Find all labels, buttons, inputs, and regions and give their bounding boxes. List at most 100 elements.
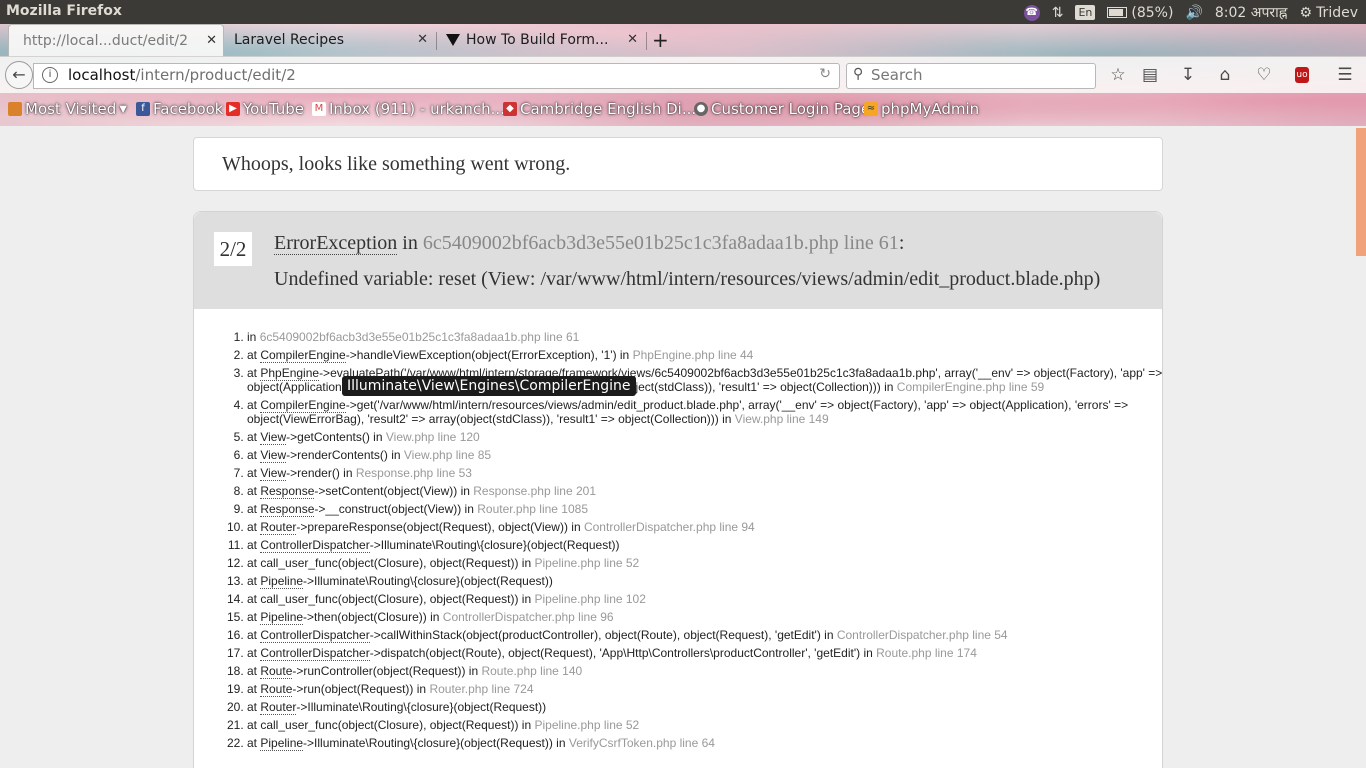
- user-menu[interactable]: ⚙ Tridev: [1300, 5, 1359, 21]
- home-icon[interactable]: ⌂: [1213, 63, 1237, 87]
- trace-call: ->Illuminate\Routing\{closure}(object(Re…: [303, 736, 569, 750]
- trace-prefix: at: [247, 398, 261, 412]
- navigation-bar: ← i localhost/intern/product/edit/2 ↻ ⚲ …: [0, 56, 1366, 93]
- trace-call: ->renderContents() in: [286, 448, 404, 462]
- trace-location: Pipeline.php line 52: [534, 718, 640, 732]
- trace-frame: at View->renderContents() in View.php li…: [247, 448, 1167, 463]
- trace-class: Response: [260, 484, 315, 499]
- exception-panel: 2/2 ErrorException in 6c5409002bf6acb3d3…: [193, 211, 1163, 768]
- trace-call: ->dispatch(object(Route), object(Request…: [369, 646, 877, 660]
- trace-frame: at call_user_func(object(Closure), objec…: [247, 592, 1167, 606]
- page-info-icon[interactable]: i: [42, 67, 58, 83]
- viber-icon[interactable]: ☎: [1023, 4, 1040, 21]
- tab-laravel-recipes[interactable]: Laravel Recipes ✕: [226, 24, 434, 56]
- bookmark-customer-login[interactable]: ● Customer Login Page: [694, 100, 870, 118]
- trace-location: 6c5409002bf6acb3d3e55e01b25c1c3fa8adaa1b…: [259, 330, 580, 344]
- trace-location: ControllerDispatcher.php line 54: [836, 628, 1008, 642]
- trace-call: ->then(object(Closure)) in: [303, 610, 443, 624]
- bookmark-cambridge-dictionary[interactable]: ◆ Cambridge English Di...: [503, 100, 696, 118]
- trace-class: PhpEngine: [260, 366, 320, 381]
- bookmark-phpmyadmin[interactable]: ≈ phpMyAdmin: [864, 100, 979, 118]
- bookmark-gmail-inbox[interactable]: M Inbox (911) - urkanch...: [312, 100, 505, 118]
- trace-frame: at Route->runController(object(Request))…: [247, 664, 1167, 679]
- trace-location: Pipeline.php line 102: [534, 592, 646, 606]
- reading-list-icon[interactable]: ▤: [1138, 63, 1162, 87]
- trace-location: ControllerDispatcher.php line 94: [583, 520, 755, 534]
- battery-indicator[interactable]: (85%): [1107, 5, 1173, 21]
- trace-prefix: at: [247, 520, 261, 534]
- trace-location: ControllerDispatcher.php line 96: [442, 610, 614, 624]
- back-button[interactable]: ←: [5, 61, 33, 89]
- exception-file: 6c5409002bf6acb3d3e55e01b25c1c3fa8adaa1b…: [422, 232, 899, 254]
- trace-prefix: at: [247, 348, 261, 362]
- bookmark-label: Facebook: [153, 100, 224, 118]
- downloads-icon[interactable]: ↧: [1176, 63, 1200, 87]
- network-transfer-icon[interactable]: ⇅: [1052, 5, 1064, 21]
- tooltip: Illuminate\View\Engines\CompilerEngine: [342, 376, 636, 396]
- url-text[interactable]: localhost/intern/product/edit/2: [68, 66, 296, 84]
- bookmark-label: Most Visited: [25, 100, 117, 118]
- tab-active[interactable]: http://local...duct/edit/2 ✕: [8, 24, 224, 57]
- search-placeholder: Search: [871, 66, 923, 84]
- colon: :: [898, 232, 905, 254]
- trace-call: ->Illuminate\Routing\{closure}(object(Re…: [369, 538, 620, 552]
- trace-prefix: at call_user_func(object(Closure), objec…: [247, 592, 535, 606]
- close-tab-icon[interactable]: ✕: [206, 33, 217, 48]
- menu-icon[interactable]: ☰: [1333, 63, 1357, 87]
- new-tab-button[interactable]: +: [652, 28, 669, 52]
- trace-call: ->prepareResponse(object(Request), objec…: [296, 520, 584, 534]
- trace-frame: at Router->Illuminate\Routing\{closure}(…: [247, 700, 1167, 715]
- search-icon: ⚲: [853, 66, 864, 82]
- trace-call: ->__construct(object(View)) in: [314, 502, 478, 516]
- trace-prefix: at: [247, 448, 261, 462]
- bookmark-star-icon[interactable]: ☆: [1106, 63, 1130, 87]
- trace-frame: at Pipeline->then(object(Closure)) in Co…: [247, 610, 1167, 625]
- trace-location: View.php line 85: [403, 448, 492, 462]
- trace-location: PhpEngine.php line 44: [632, 348, 754, 362]
- trace-frame: at CompilerEngine->handleViewException(o…: [247, 348, 1167, 363]
- trace-location: Route.php line 174: [876, 646, 977, 660]
- trace-location: View.php line 120: [385, 430, 480, 444]
- trace-class: View: [260, 448, 287, 463]
- system-top-panel: Mozilla Firefox ☎ ⇅ En (85%) 🔊 8:02 अपरा…: [0, 0, 1366, 24]
- scrollbar[interactable]: [1356, 126, 1366, 768]
- trace-prefix: at: [247, 466, 261, 480]
- bookmark-facebook[interactable]: f Facebook: [136, 100, 223, 118]
- close-tab-icon[interactable]: ✕: [627, 32, 638, 47]
- volume-icon[interactable]: 🔊: [1185, 5, 1202, 21]
- ublock-origin-icon[interactable]: uo: [1295, 67, 1309, 83]
- bookmark-youtube[interactable]: ▶ YouTube: [226, 100, 304, 118]
- whoops-message: Whoops, looks like something went wrong.: [222, 153, 571, 175]
- browser-chrome: http://local...duct/edit/2 ✕ Laravel Rec…: [0, 24, 1366, 126]
- url-bar[interactable]: i localhost/intern/product/edit/2 ↻: [33, 63, 840, 89]
- clock[interactable]: 8:02 अपराह्न: [1215, 3, 1288, 22]
- scrollbar-thumb[interactable]: [1356, 128, 1366, 256]
- trace-prefix: at: [247, 700, 261, 714]
- battery-icon: [1107, 7, 1128, 18]
- trace-class: CompilerEngine: [260, 348, 346, 363]
- bookmark-most-visited[interactable]: Most Visited ▼: [8, 100, 127, 118]
- tab-title: Laravel Recipes: [234, 32, 345, 48]
- trace-class: CompilerEngine: [260, 398, 346, 413]
- trace-call: ->callWithinStack(object(productControll…: [369, 628, 837, 642]
- pocket-icon[interactable]: ♡: [1252, 63, 1276, 87]
- reload-icon[interactable]: ↻: [819, 66, 831, 82]
- trace-prefix: at: [247, 574, 261, 588]
- trace-location: Response.php line 53: [355, 466, 472, 480]
- trace-prefix: at: [247, 484, 261, 498]
- facebook-icon: f: [136, 102, 150, 116]
- trace-prefix: at: [247, 430, 261, 444]
- shield-icon: ◆: [503, 102, 517, 116]
- close-tab-icon[interactable]: ✕: [417, 32, 428, 47]
- trace-frame: at call_user_func(object(Closure), objec…: [247, 718, 1167, 732]
- search-input[interactable]: ⚲ Search: [846, 63, 1096, 89]
- whoops-banner: Whoops, looks like something went wrong.: [193, 137, 1163, 191]
- trace-frame: at call_user_func(object(Closure), objec…: [247, 556, 1167, 570]
- tab-how-to-build-form[interactable]: How To Build Form... ✕: [440, 24, 644, 56]
- keyboard-layout-indicator[interactable]: En: [1075, 5, 1096, 20]
- trace-prefix: in: [247, 330, 260, 344]
- trace-call: ->getContents() in: [286, 430, 386, 444]
- trace-call: ->runController(object(Request)) in: [292, 664, 482, 678]
- trace-prefix: at: [247, 502, 261, 516]
- trace-call: ->Illuminate\Routing\{closure}(object(Re…: [303, 574, 553, 588]
